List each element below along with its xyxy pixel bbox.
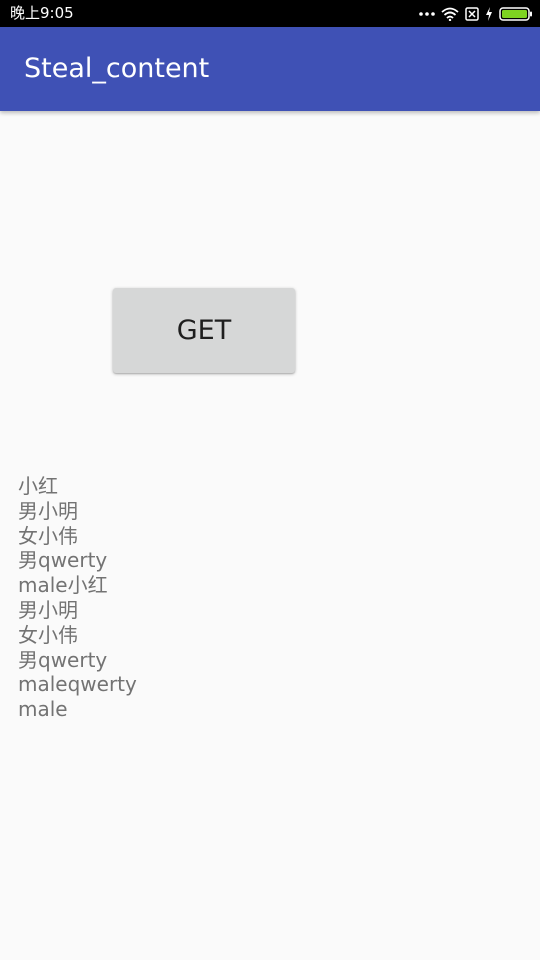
- status-bar: 晚上9:05: [0, 0, 540, 27]
- result-list: 小红 男小明 女小伟 男qwerty male小红 男小明 女小伟 男qwert…: [18, 474, 137, 722]
- main-content: GET 小红 男小明 女小伟 男qwerty male小红 男小明 女小伟 男q…: [0, 111, 540, 960]
- result-line: 女小伟: [18, 622, 78, 647]
- charging-bolt-icon: [485, 6, 493, 21]
- result-line: 女小伟: [18, 523, 78, 548]
- status-icons: [419, 4, 533, 23]
- wifi-icon: [441, 7, 459, 21]
- result-line: 小红: [18, 474, 58, 498]
- app-title: Steal_content: [24, 53, 210, 84]
- result-line: 男小明: [18, 597, 78, 622]
- result-line: male: [18, 697, 68, 722]
- more-dots-icon: [419, 11, 435, 17]
- get-button[interactable]: GET: [113, 288, 295, 373]
- result-line: male小红: [18, 573, 108, 598]
- result-line: maleqwerty: [18, 672, 137, 697]
- sim-off-icon: [465, 6, 479, 21]
- status-time: 晚上9:05: [10, 4, 74, 22]
- result-line: 男qwerty: [18, 548, 108, 573]
- result-line: 男小明: [18, 498, 78, 523]
- battery-icon: [499, 6, 533, 21]
- app-bar: Steal_content: [0, 27, 540, 111]
- result-line: 男qwerty: [18, 647, 108, 672]
